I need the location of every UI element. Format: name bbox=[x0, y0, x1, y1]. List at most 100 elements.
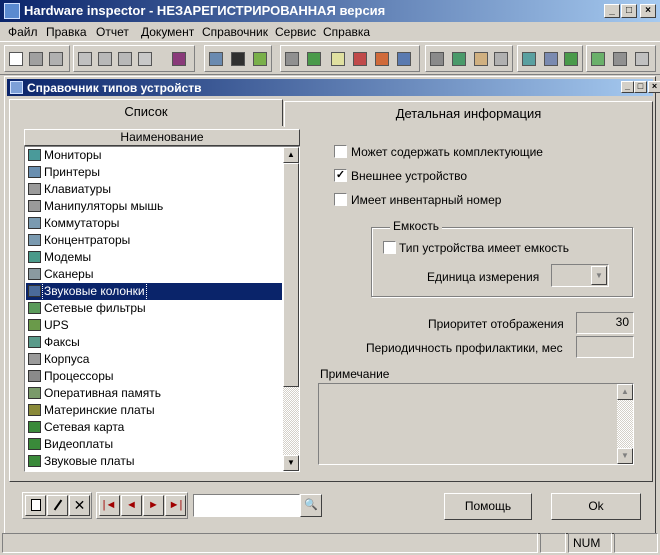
external-device-checkbox[interactable]: ✓ bbox=[334, 169, 347, 182]
list-item[interactable]: Сетевая карта bbox=[26, 419, 282, 436]
cart-icon[interactable] bbox=[450, 50, 468, 68]
scroll-down-button[interactable]: ▼ bbox=[283, 455, 299, 471]
pencil-icon bbox=[53, 499, 62, 511]
app-icon bbox=[4, 3, 20, 19]
help-button[interactable]: Помощь bbox=[444, 493, 532, 520]
list-item[interactable]: Принтеры bbox=[26, 164, 282, 181]
note-textarea[interactable]: ▲ ▼ bbox=[318, 383, 634, 465]
ups-icon bbox=[28, 319, 41, 331]
save-icon[interactable] bbox=[27, 50, 45, 68]
minimize-button[interactable]: _ bbox=[604, 4, 620, 18]
undo-icon[interactable] bbox=[136, 50, 154, 68]
repair-icon[interactable] bbox=[520, 50, 538, 68]
maximize-button[interactable]: □ bbox=[621, 4, 637, 18]
list-item[interactable]: UPS bbox=[26, 317, 282, 334]
list-item[interactable]: Модемы bbox=[26, 249, 282, 266]
note-scroll-up-button[interactable]: ▲ bbox=[617, 384, 633, 400]
report-2-icon[interactable] bbox=[351, 50, 369, 68]
quick-search-input[interactable] bbox=[193, 494, 300, 517]
chart-icon[interactable] bbox=[373, 50, 391, 68]
unit-dropdown[interactable]: ▼ bbox=[551, 264, 609, 287]
modules-icon[interactable] bbox=[542, 50, 560, 68]
status-bar: NUM bbox=[0, 530, 660, 555]
search-icon[interactable]: 🔍 bbox=[300, 494, 322, 517]
last-record-button[interactable]: ►| bbox=[165, 495, 186, 516]
list-item[interactable]: Видеоплаты bbox=[26, 436, 282, 453]
child-close-button[interactable]: × bbox=[648, 81, 660, 93]
list-item[interactable]: Сетевые фильтры bbox=[26, 300, 282, 317]
list-item-selected[interactable]: Звуковые колонки bbox=[26, 282, 282, 301]
scroll-up-button[interactable]: ▲ bbox=[283, 147, 299, 163]
close-button[interactable]: × bbox=[640, 4, 656, 18]
find-icon[interactable] bbox=[229, 50, 247, 68]
has-capacity-checkbox[interactable] bbox=[383, 241, 396, 254]
ok-button[interactable]: Ok bbox=[551, 493, 641, 520]
list-item[interactable]: Звуковые платы bbox=[26, 453, 282, 470]
printer-icon[interactable] bbox=[611, 50, 629, 68]
keyboard-icon bbox=[28, 183, 41, 195]
title-bar: Hardware inspector - НЕЗАРЕГИСТРИРОВАННА… bbox=[0, 0, 660, 22]
note-scrollbar[interactable]: ▲ ▼ bbox=[617, 384, 633, 464]
prev-record-button[interactable]: ◄ bbox=[121, 495, 142, 516]
edit-record-button[interactable] bbox=[47, 495, 68, 516]
menu-help[interactable]: Справка bbox=[323, 25, 370, 39]
has-inventory-number-checkbox[interactable] bbox=[334, 193, 347, 206]
print-icon[interactable] bbox=[283, 50, 301, 68]
copy-icon[interactable] bbox=[96, 50, 114, 68]
computer-icon[interactable] bbox=[428, 50, 446, 68]
note-scroll-down-button[interactable]: ▼ bbox=[617, 448, 633, 464]
toolbar-group-search bbox=[204, 45, 272, 72]
first-record-button[interactable]: |◄ bbox=[99, 495, 120, 516]
shield-icon[interactable] bbox=[589, 50, 607, 68]
menu-edit[interactable]: Правка bbox=[46, 25, 87, 39]
menu-reference[interactable]: Справочник bbox=[202, 25, 268, 39]
list-item[interactable]: Процессоры bbox=[26, 368, 282, 385]
hand-icon[interactable] bbox=[472, 50, 490, 68]
child-minimize-button[interactable]: _ bbox=[621, 81, 634, 93]
doc-icon[interactable] bbox=[329, 50, 347, 68]
motherboard-icon bbox=[28, 404, 41, 416]
cut-icon[interactable] bbox=[76, 50, 94, 68]
list-item[interactable]: Сканеры bbox=[26, 266, 282, 283]
memory-icon[interactable] bbox=[562, 50, 580, 68]
users-icon[interactable] bbox=[207, 50, 225, 68]
delete-record-button[interactable]: ✕ bbox=[69, 495, 90, 516]
transfer-icon[interactable] bbox=[492, 50, 510, 68]
new-doc-icon[interactable] bbox=[7, 50, 25, 68]
list-item[interactable]: Концентраторы bbox=[26, 232, 282, 249]
menu-report[interactable]: Отчет bbox=[96, 25, 129, 39]
tab-list[interactable]: Список bbox=[9, 99, 283, 126]
book-icon[interactable] bbox=[170, 50, 188, 68]
list-item[interactable]: Материнские платы bbox=[26, 402, 282, 419]
tools-icon[interactable] bbox=[633, 50, 651, 68]
paste-icon[interactable] bbox=[116, 50, 134, 68]
report-icon[interactable] bbox=[305, 50, 323, 68]
scroll-thumb[interactable] bbox=[283, 163, 299, 387]
delete-icon[interactable] bbox=[47, 50, 65, 68]
child-maximize-button[interactable]: □ bbox=[634, 81, 647, 93]
list-item[interactable]: Корпуса bbox=[26, 351, 282, 368]
next-record-button[interactable]: ► bbox=[143, 495, 164, 516]
device-type-list[interactable]: Мониторы Принтеры Клавиатуры Манипулятор… bbox=[24, 146, 300, 472]
tab-details[interactable]: Детальная информация bbox=[284, 101, 653, 127]
list-item[interactable]: Мониторы bbox=[26, 147, 282, 164]
chevron-down-icon[interactable]: ▼ bbox=[591, 266, 607, 285]
export-icon[interactable] bbox=[251, 50, 269, 68]
can-contain-components-checkbox[interactable] bbox=[334, 145, 347, 158]
list-item[interactable]: Факсы bbox=[26, 334, 282, 351]
list-scrollbar[interactable]: ▲ ▼ bbox=[283, 147, 299, 471]
list-item[interactable]: Манипуляторы мышь bbox=[26, 198, 282, 215]
list-item[interactable]: Коммутаторы bbox=[26, 215, 282, 232]
list-column-header[interactable]: Наименование bbox=[24, 129, 300, 146]
new-record-button[interactable] bbox=[25, 495, 46, 516]
priority-field[interactable]: 30 bbox=[576, 312, 634, 334]
maintenance-period-field[interactable] bbox=[576, 336, 634, 358]
toolbar-group-edit bbox=[73, 45, 195, 72]
menu-service[interactable]: Сервис bbox=[275, 25, 316, 39]
list-item[interactable]: Клавиатуры bbox=[26, 181, 282, 198]
rent-icon[interactable] bbox=[395, 50, 413, 68]
menu-file[interactable]: Файл bbox=[8, 25, 38, 39]
list-item[interactable]: Оперативная память bbox=[26, 385, 282, 402]
toolbar-group-tools bbox=[586, 45, 656, 72]
menu-document[interactable]: Документ bbox=[141, 25, 194, 39]
